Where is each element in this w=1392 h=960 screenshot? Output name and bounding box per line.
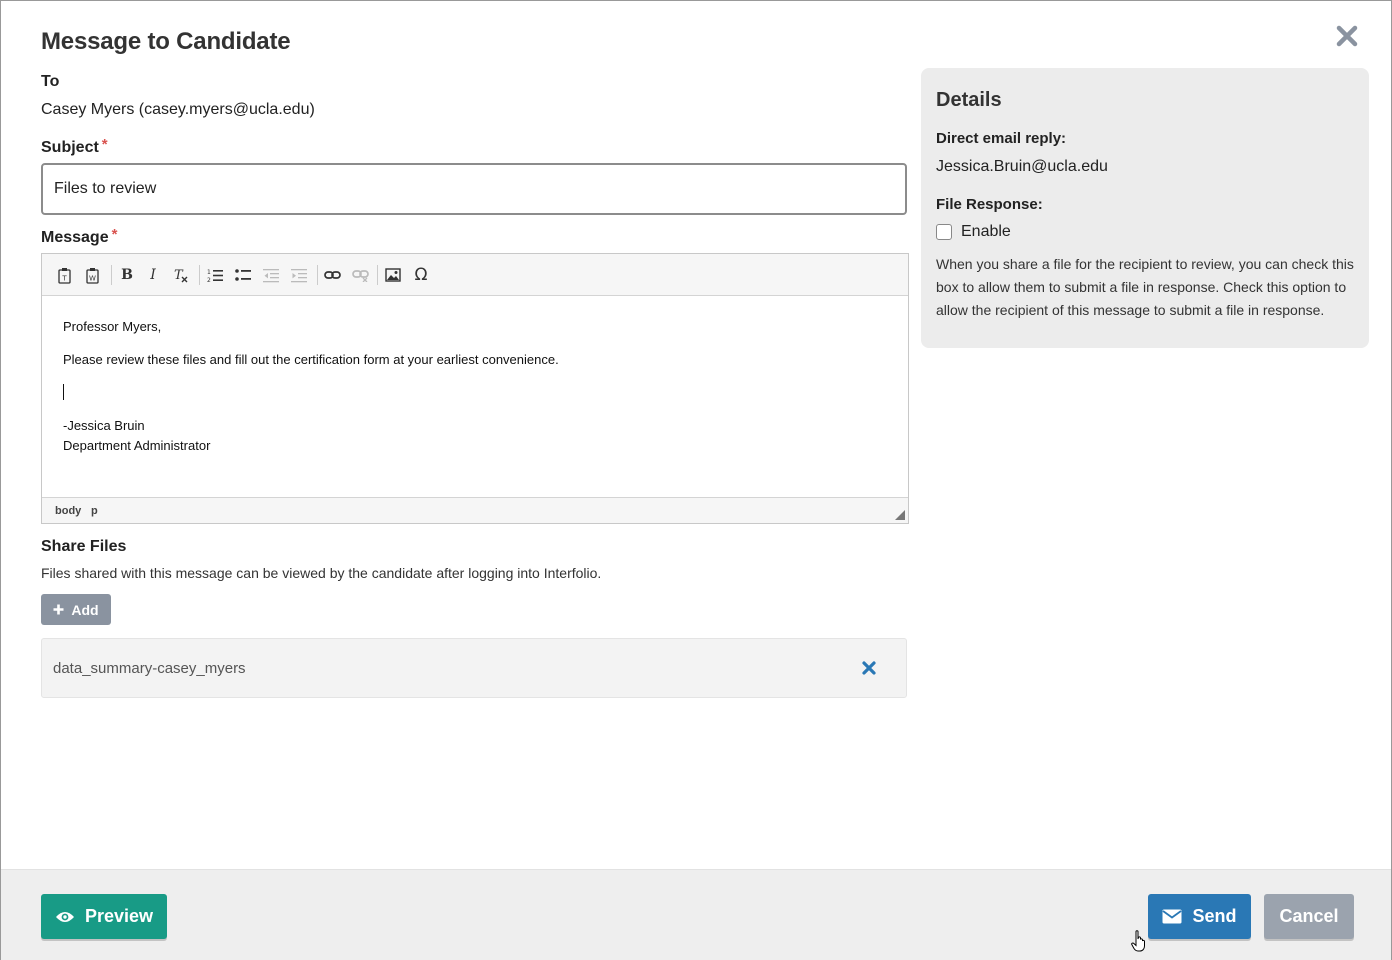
file-response-help-text: When you share a file for the recipient … xyxy=(936,256,1354,318)
required-marker: * xyxy=(111,226,118,243)
message-body-editor[interactable]: Professor Myers, Please review these fil… xyxy=(42,297,908,497)
signature-title: Department Administrator xyxy=(63,438,211,453)
link-icon[interactable] xyxy=(320,263,344,287)
enable-file-response-checkbox[interactable] xyxy=(936,224,952,240)
send-label: Send xyxy=(1192,906,1237,926)
signature-name: -Jessica Bruin xyxy=(63,418,145,433)
share-files-label: Share Files xyxy=(41,538,127,555)
text-caret xyxy=(63,384,64,400)
paste-word-icon[interactable]: W xyxy=(81,263,105,287)
message-dialog: Message to Candidate To Casey Myers (cas… xyxy=(0,0,1392,960)
file-response-label: File Response: xyxy=(936,196,1043,213)
svg-text:W: W xyxy=(89,274,96,282)
unlink-icon[interactable] xyxy=(348,263,372,287)
required-marker: * xyxy=(101,136,108,153)
shared-file-name: data_summary-casey_myers xyxy=(53,660,246,677)
details-heading: Details xyxy=(936,89,1002,111)
enable-label[interactable]: Enable xyxy=(961,223,1011,241)
resize-handle-icon[interactable] xyxy=(895,510,905,520)
direct-email-reply-label: Direct email reply: xyxy=(936,130,1067,147)
bulleted-list-icon[interactable] xyxy=(231,263,255,287)
bold-icon[interactable]: B xyxy=(115,263,139,287)
image-icon[interactable] xyxy=(381,263,405,287)
subject-label-text: Subject xyxy=(41,139,99,156)
svg-text:2: 2 xyxy=(207,277,211,283)
to-label: To xyxy=(41,73,60,90)
shared-file-item: data_summary-casey_myers xyxy=(41,638,907,698)
close-icon[interactable] xyxy=(1334,23,1360,49)
plus-icon xyxy=(53,604,64,615)
remove-format-icon[interactable]: T xyxy=(169,263,193,287)
svg-text:T: T xyxy=(61,274,67,282)
rich-text-editor: T W B I T 12 Ω Professor Myers, Please r… xyxy=(41,253,909,524)
dialog-footer: Preview Send Cancel xyxy=(1,869,1391,960)
hand-pointer-cursor-icon xyxy=(1131,930,1147,952)
toolbar-separator xyxy=(111,265,112,285)
editor-status-bar: body p xyxy=(42,497,908,523)
paste-text-icon[interactable]: T xyxy=(53,263,77,287)
share-files-description: Files shared with this message can be vi… xyxy=(41,565,602,581)
toolbar-separator xyxy=(377,265,378,285)
message-line: Please review these files and fill out t… xyxy=(63,352,559,367)
remove-file-icon[interactable] xyxy=(860,659,878,677)
numbered-list-icon[interactable]: 12 xyxy=(203,263,227,287)
italic-icon[interactable]: I xyxy=(141,263,165,287)
editor-toolbar: T W B I T 12 Ω xyxy=(42,254,908,296)
add-file-button[interactable]: Add xyxy=(41,594,111,625)
subject-label: Subject * xyxy=(41,136,108,157)
message-label: Message * xyxy=(41,226,118,247)
element-path-body[interactable]: body xyxy=(55,505,81,517)
cancel-button[interactable]: Cancel xyxy=(1264,894,1354,939)
message-label-text: Message xyxy=(41,229,109,246)
special-char-icon[interactable]: Ω xyxy=(409,263,433,287)
details-panel: Details Direct email reply: Jessica.Brui… xyxy=(921,68,1369,348)
svg-text:1: 1 xyxy=(207,269,211,276)
eye-icon xyxy=(55,911,74,922)
element-path-p[interactable]: p xyxy=(91,505,98,517)
direct-email-reply-value: Jessica.Bruin@ucla.edu xyxy=(936,158,1108,175)
send-button[interactable]: Send xyxy=(1148,894,1251,939)
subject-input[interactable] xyxy=(41,163,907,215)
toolbar-separator xyxy=(317,265,318,285)
preview-button[interactable]: Preview xyxy=(41,894,167,939)
cancel-label: Cancel xyxy=(1279,906,1339,926)
envelope-icon xyxy=(1162,909,1183,924)
add-file-label: Add xyxy=(71,601,99,618)
outdent-icon[interactable] xyxy=(259,263,283,287)
toolbar-separator xyxy=(199,265,200,285)
dialog-title: Message to Candidate xyxy=(41,28,291,55)
indent-icon[interactable] xyxy=(287,263,311,287)
preview-label: Preview xyxy=(84,906,154,926)
message-greeting: Professor Myers, xyxy=(63,319,162,334)
to-recipient: Casey Myers (casey.myers@ucla.edu) xyxy=(41,101,315,118)
